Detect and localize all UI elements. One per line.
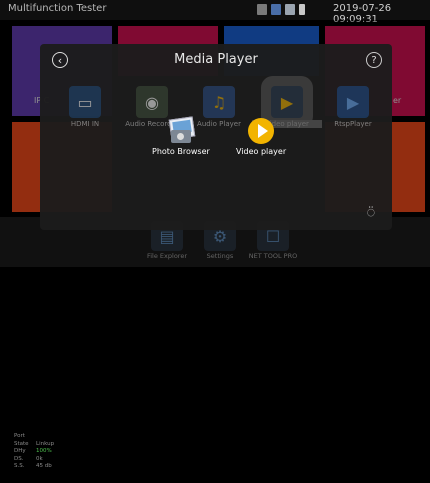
popup-label: Video player [236, 147, 287, 156]
info-label: S.S. [14, 463, 25, 469]
usb-icon [271, 4, 281, 15]
help-icon[interactable]: ? [366, 52, 382, 68]
info-label: DHy [14, 448, 26, 454]
video-player-option[interactable]: Video player [236, 118, 286, 156]
info-label: Port [14, 433, 25, 439]
app-rtsp-player[interactable]: ▶ RtspPlayer [318, 86, 388, 128]
battery-icon [257, 4, 267, 15]
info-value: 100% [36, 448, 52, 454]
rtsp-play-icon: ▶ [337, 86, 369, 118]
video-play-icon: ▶ [271, 86, 303, 118]
exit-icon[interactable]: ⍥ [367, 206, 375, 221]
hdmi-icon: ▭ [69, 86, 101, 118]
status-icons [257, 4, 305, 15]
media-player-dialog: ‹ Media Player ? ▭ HDMI IN ◉ Audio Recor… [40, 44, 392, 230]
photo-browser-icon [167, 116, 196, 144]
photo-browser-option[interactable]: Photo Browser [152, 116, 210, 156]
network-icon [299, 4, 305, 15]
status-bar: Multifunction Tester 2019-07-26 09:09:31 [0, 0, 430, 25]
video-player-icon [248, 118, 275, 144]
network-info-panel: Port State Linkup DHy 100% DS. 0k S.S. 45 db [14, 433, 114, 483]
info-label: State [14, 440, 29, 447]
info-value: Linkup [36, 440, 55, 447]
app-label: RtspPlayer [334, 120, 372, 128]
info-label: DS. [14, 455, 24, 462]
music-note-icon: ♫ [203, 86, 235, 118]
app-label: HDMI IN [70, 120, 100, 128]
info-value: 45 db [36, 463, 52, 469]
dialog-title: Media Player [174, 52, 258, 67]
recorder-icon: ◉ [136, 86, 168, 118]
app-title: Multifunction Tester [8, 3, 107, 14]
app-hdmi-in[interactable]: ▭ HDMI IN [50, 86, 120, 128]
sd-card-icon [285, 4, 295, 15]
info-value: 0k [36, 455, 43, 462]
popup-label: Photo Browser [152, 147, 210, 156]
